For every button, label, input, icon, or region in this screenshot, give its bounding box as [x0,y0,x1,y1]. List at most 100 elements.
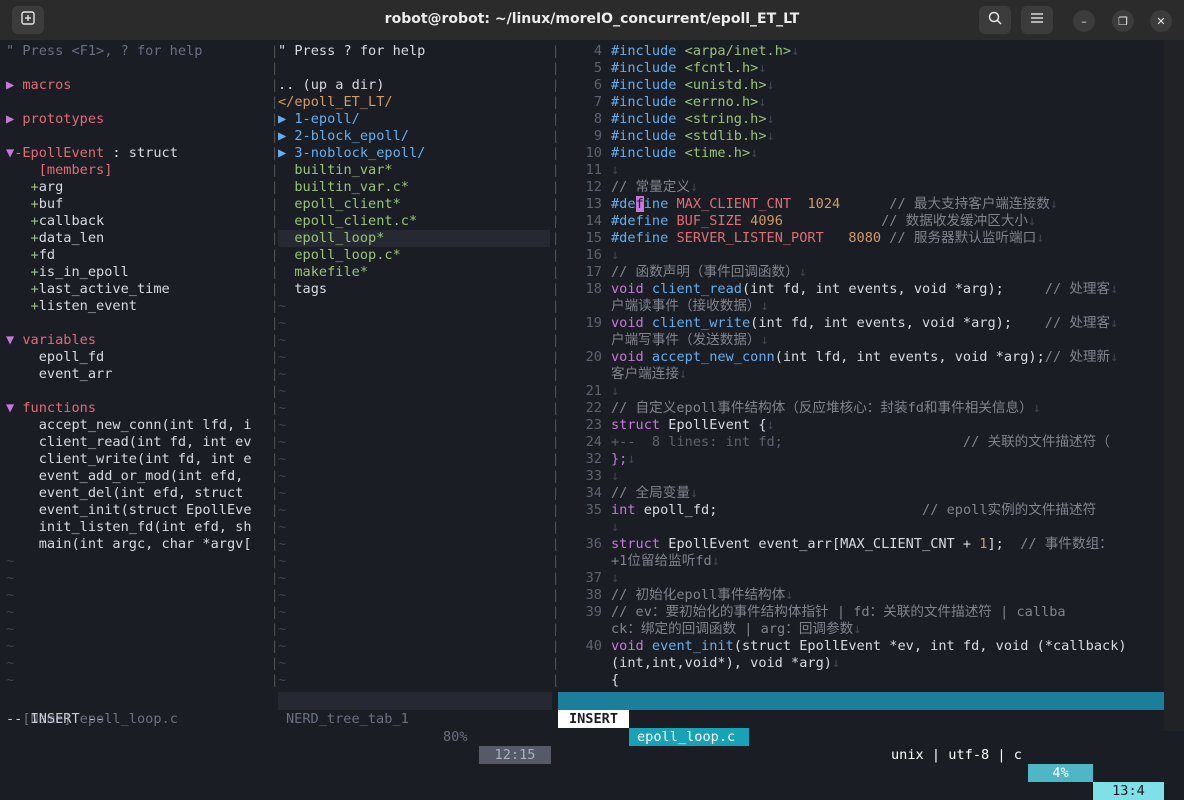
code-line[interactable]: 户端读事件（接收数据）↓ [611,298,769,315]
code-line[interactable]: // 常量定义↓ [611,179,698,196]
close-button[interactable]: ✕ [1150,10,1172,32]
tag-item[interactable]: +arg [6,179,64,196]
line-number: 15 [585,230,602,246]
terminal-scrollbar[interactable] [1164,40,1184,731]
tag-item[interactable]: +last_active_time [6,281,170,298]
editor-pane[interactable]: 4 #include <arpa/inet.h>↓ 5 #include <fcntl… [558,43,1164,691]
code-line[interactable]: };↓ [611,451,636,468]
minimize-button[interactable]: – [1073,10,1095,32]
tree-item[interactable]: epoll_client* [278,196,400,213]
minimize-icon: – [1081,14,1087,28]
empty-line-marker: ~ [6,621,15,637]
line-number: 10 [585,145,602,161]
tag-item[interactable]: client_write(int fd, int e [6,451,252,468]
tree-item[interactable]: ▶ 3-noblock_epoll/ [278,145,425,162]
tag-item[interactable]: ▶ macros [6,77,71,94]
code-line[interactable]: // 全局变量↓ [611,485,698,502]
menu-button[interactable] [1021,6,1053,34]
tag-item[interactable]: ▼ functions [6,400,96,417]
code-line[interactable]: ↓ [611,162,619,179]
tag-item[interactable]: +data_len [6,230,105,247]
tree-item[interactable]: </epoll_ET_LT/ [278,94,393,111]
tag-item[interactable]: event_init(struct EpollEve [6,502,252,519]
search-button[interactable] [979,6,1011,34]
tree-item[interactable]: epoll_client.c* [278,213,417,230]
code-line-text: accept_new_conn [651,349,775,365]
code-line-text: f [635,196,644,212]
code-line[interactable]: 户端写事件（发送数据）↓ [611,332,769,349]
code-line-text: // ev：要初始化的事件结构体指针 | fd：关联的文件描述符 | callb… [611,604,1066,620]
code-line[interactable]: ↓ [611,519,619,536]
code-line[interactable]: #include <time.h>↓ [611,145,758,162]
code-line[interactable]: #include <unistd.h>↓ [611,77,775,94]
code-line[interactable]: #include <fcntl.h>↓ [611,60,767,77]
tree-item[interactable]: epoll_loop.c* [278,247,400,264]
tag-item[interactable]: client_read(int fd, int ev [6,434,252,451]
tree-item[interactable]: epoll_loop* [278,230,550,247]
tag-item[interactable]: accept_new_conn(int lfd, i [6,417,252,434]
tag-item[interactable]: event_arr [6,366,113,383]
tree-item[interactable]: .. (up a dir) [278,77,384,94]
tag-item[interactable]: +listen_event [6,298,137,315]
line-number [558,332,602,349]
tag-item[interactable]: +is_in_epoll [6,264,129,281]
tree-item[interactable]: builtin_var* [278,162,392,179]
tag-item[interactable]: ▶ prototypes [6,111,104,128]
tag-item[interactable]: [members] [6,162,113,179]
code-line-text: ↓ [1028,213,1037,229]
empty-line-marker: ~ [6,672,15,688]
tag-item[interactable]: main(int argc, char *argv[ [6,536,252,553]
tag-item-text: callback [38,213,105,229]
code-line[interactable]: ↓ [611,570,619,587]
code-line[interactable]: #include <stdlib.h>↓ [611,128,775,145]
tag-item[interactable]: event_add_or_mod(int efd, [6,468,252,485]
tagbar-pane[interactable]: " Press <F1>, ? for help ▶ macros ▶ proto… [6,43,270,691]
nerdtree-pane[interactable]: " Press ? for help .. (up a dir) </epoll_… [278,43,550,691]
code-line[interactable]: ↓ [611,247,619,264]
tag-item[interactable]: +fd [6,247,56,264]
tag-item[interactable]: ▼-EpollEvent : struct [6,145,178,162]
code-line[interactable]: // 自定义epoll事件结构体（反应堆核心：封装fd和事件相关信息）↓ [611,400,1041,417]
code-line[interactable]: struct EpollEvent event_arr[MAX_CLIENT_C… [611,536,1113,553]
tree-item[interactable]: ▶ 1-epoll/ [278,111,360,128]
code-line-text: 4096 [750,213,783,229]
code-line[interactable]: void client_read(int fd, int events, voi… [611,281,1118,298]
code-line[interactable]: // ev：要初始化的事件结构体指针 | fd：关联的文件描述符 | callb… [611,604,1066,621]
code-line[interactable]: ck：绑定的回调函数 | arg：回调参数↓ [611,621,861,638]
tag-item-text: ▼ [6,332,23,348]
tag-item[interactable]: event_del(int efd, struct [6,485,244,502]
code-line[interactable]: // 初始化epoll事件结构体↓ [611,587,793,604]
code-line[interactable]: +-- 8 lines: int fd; // 关联的文件描述符（ [611,434,1110,451]
maximize-button[interactable]: ❐ [1112,10,1134,32]
code-line[interactable]: void client_write(int fd, int events, vo… [611,315,1118,332]
code-line[interactable]: 客户端连接↓ [611,366,687,383]
code-line-text: ↓ [766,417,775,433]
code-line[interactable]: ↓ [611,383,619,400]
tag-item-text: macros [22,77,72,93]
tag-item[interactable]: epoll_fd [6,349,104,366]
code-line-text: ↓ [611,247,620,263]
code-line[interactable]: #include <arpa/inet.h>↓ [611,43,799,60]
code-line[interactable]: struct EpollEvent {↓ [611,417,775,434]
code-line[interactable]: #include <errno.h>↓ [611,94,767,111]
code-line[interactable]: #define SERVER_LISTEN_PORT 8080 // 服务器默认… [611,230,1044,247]
code-line[interactable]: void accept_new_conn(int lfd, int events… [611,349,1118,366]
code-line[interactable]: #define BUF_SIZE 4096 // 数据收发缓冲区大小↓ [611,213,1036,230]
code-line[interactable]: #include <string.h>↓ [611,111,775,128]
code-line[interactable]: (int,int,void*), void *arg)↓ [611,655,840,672]
code-line[interactable]: #define MAX_CLIENT_CNT 1024 // 最大支持客户端连接… [611,196,1058,213]
tag-item[interactable]: ▼ variables [6,332,96,349]
code-line[interactable]: { [611,672,619,689]
tree-item[interactable]: makefile* [278,264,368,281]
tag-item[interactable]: +callback [6,213,105,230]
tree-item[interactable]: tags [278,281,327,298]
code-line[interactable]: int epoll_fd; // epoll实例的文件描述符 [611,502,1096,519]
code-line[interactable]: ↓ [611,468,619,485]
code-line[interactable]: void event_init(struct EpollEvent *ev, i… [611,638,1127,655]
tree-item[interactable]: builtin_var.c* [278,179,409,196]
tag-item[interactable]: init_listen_fd(int efd, sh [6,519,252,536]
tree-item[interactable]: ▶ 2-block_epoll/ [278,128,409,145]
tag-item[interactable]: +buf [6,196,64,213]
code-line[interactable]: // 函数声明（事件回调函数）↓ [611,264,807,281]
code-line[interactable]: +1位留给监听fd↓ [611,553,720,570]
